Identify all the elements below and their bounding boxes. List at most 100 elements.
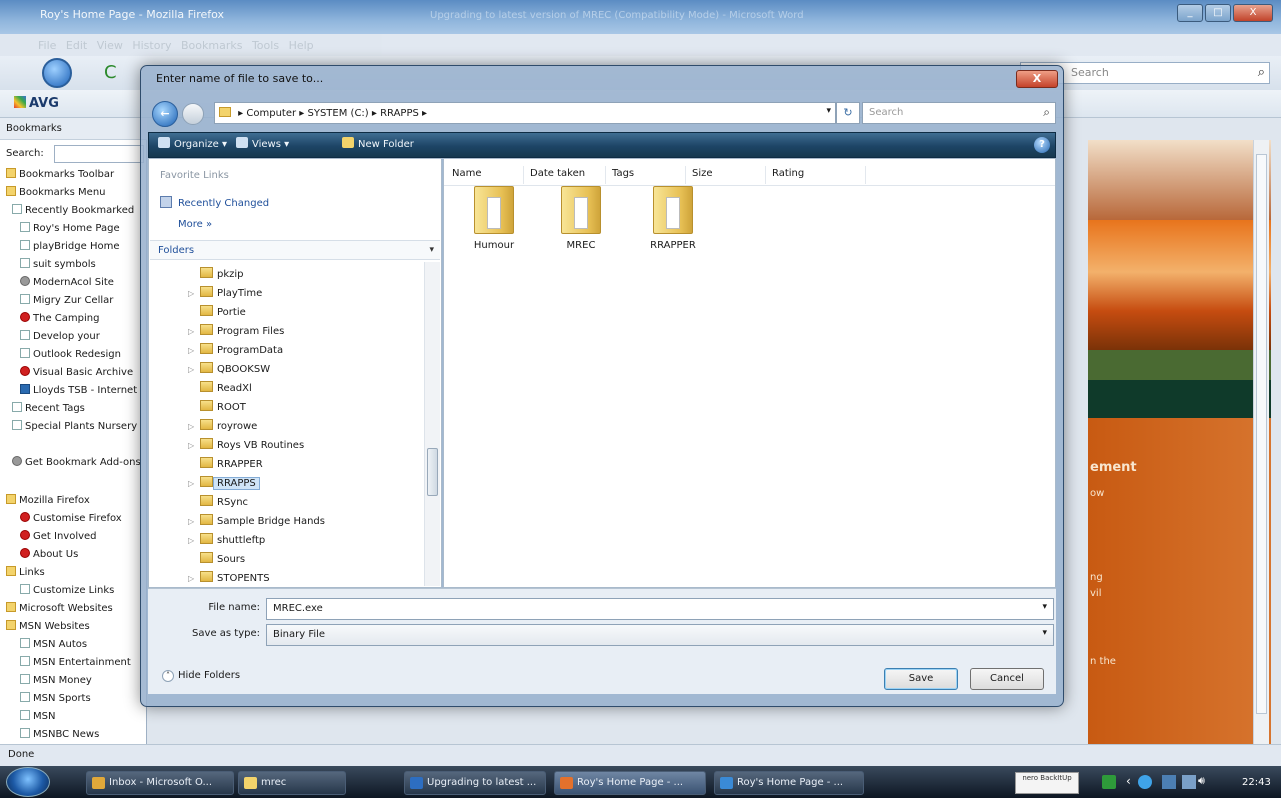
dialog-close-button[interactable]: X: [1016, 70, 1058, 88]
menu-help[interactable]: Help: [289, 39, 314, 52]
folder-tree-item[interactable]: ROOT: [188, 398, 246, 417]
folder-tree-item[interactable]: ▷ shuttleftp: [188, 531, 265, 550]
close-button[interactable]: X: [1233, 4, 1273, 22]
save-button[interactable]: Save: [884, 668, 958, 690]
menu-tools[interactable]: Tools: [252, 39, 279, 52]
breadcrumb-folder[interactable]: RRAPPS: [380, 108, 419, 119]
volume-icon[interactable]: 🔊︎: [1198, 774, 1205, 788]
bookmark-item[interactable]: playBridge Home: [20, 238, 119, 256]
taskbar-button[interactable]: Roy's Home Page - ...: [714, 771, 864, 795]
network-icon[interactable]: [1162, 775, 1176, 789]
breadcrumb-drive[interactable]: SYSTEM (C:): [308, 108, 369, 119]
file-name-input[interactable]: MREC.exe ▾: [266, 598, 1054, 620]
expand-arrow-icon[interactable]: ▷: [188, 417, 200, 436]
bookmark-item[interactable]: MSN Sports: [20, 690, 91, 708]
folder-item[interactable]: MREC: [546, 186, 616, 251]
folder-tree-item[interactable]: ReadXl: [188, 379, 252, 398]
folder-tree-scrollbar[interactable]: [424, 262, 440, 586]
dialog-back-icon[interactable]: ←: [152, 101, 178, 127]
organize-button[interactable]: Organize ▾: [158, 137, 227, 150]
column-name[interactable]: Name: [446, 166, 524, 184]
taskbar-button[interactable]: Upgrading to latest ...: [404, 771, 546, 795]
folder-tree-item[interactable]: ▷ PlayTime: [188, 284, 262, 303]
bookmark-item[interactable]: Lloyds TSB - Internet: [20, 382, 137, 400]
folder-tree-item[interactable]: ▷ royrowe: [188, 417, 257, 436]
column-tags[interactable]: Tags: [606, 166, 686, 184]
bookmark-item[interactable]: Get Bookmark Add-ons: [12, 454, 141, 472]
folder-tree-item[interactable]: ▷ STOPENTS: [188, 569, 270, 586]
expand-arrow-icon[interactable]: ▷: [188, 474, 200, 493]
folder-item[interactable]: Humour: [459, 186, 529, 251]
new-folder-button[interactable]: New Folder: [342, 137, 414, 150]
expand-arrow-icon[interactable]: ▷: [188, 531, 200, 550]
bookmark-item[interactable]: Develop your: [20, 328, 100, 346]
help-icon[interactable]: ?: [1034, 137, 1050, 153]
monitor-icon[interactable]: [1182, 775, 1196, 789]
taskbar-button[interactable]: Inbox - Microsoft O...: [86, 771, 234, 795]
menu-history[interactable]: History: [132, 39, 171, 52]
bookmark-item[interactable]: Links: [6, 564, 45, 582]
bookmark-item[interactable]: Mozilla Firefox: [6, 492, 90, 510]
maximize-button[interactable]: □: [1205, 4, 1231, 22]
folder-item[interactable]: RRAPPER: [638, 186, 708, 251]
bookmark-item[interactable]: Migry Zur Cellar: [20, 292, 113, 310]
address-bar[interactable]: ▸ Computer ▸ SYSTEM (C:) ▸ RRAPPS ▸ ▾: [214, 102, 836, 124]
page-scrollbar[interactable]: [1253, 140, 1269, 744]
bookmark-item[interactable]: Get Involved: [20, 528, 97, 546]
expand-arrow-icon[interactable]: ▷: [188, 436, 200, 455]
refresh-icon[interactable]: ↻: [836, 102, 860, 124]
clock[interactable]: 22:43: [1242, 777, 1271, 788]
bookmark-item[interactable]: Bookmarks Menu: [6, 184, 106, 202]
tray-icon[interactable]: [1138, 775, 1152, 789]
folder-tree-item[interactable]: pkzip: [188, 265, 244, 284]
search-icon[interactable]: ⌕: [1258, 65, 1265, 80]
dialog-search-input[interactable]: Search ⌕: [862, 102, 1056, 124]
breadcrumb-computer[interactable]: Computer: [246, 108, 296, 119]
chevron-down-icon[interactable]: ▾: [826, 106, 831, 116]
expand-arrow-icon[interactable]: ▷: [188, 360, 200, 379]
folder-tree-item[interactable]: ▷ Roys VB Routines: [188, 436, 304, 455]
folders-header[interactable]: Folders ▾: [150, 240, 440, 260]
folder-tree-item[interactable]: Portie: [188, 303, 246, 322]
chevron-down-icon[interactable]: ▾: [1042, 602, 1047, 612]
bookmark-item[interactable]: About Us: [20, 546, 78, 564]
bookmark-item[interactable]: Customize Links: [20, 582, 114, 600]
search-icon[interactable]: ⌕: [1043, 105, 1050, 120]
dialog-forward-icon[interactable]: [182, 103, 204, 125]
back-arrow-icon[interactable]: [42, 58, 72, 88]
folder-tree-item[interactable]: ▷ QBOOKSW: [188, 360, 270, 379]
column-date-taken[interactable]: Date taken: [524, 166, 606, 184]
bookmark-item[interactable]: suit symbols: [20, 256, 96, 274]
menu-file[interactable]: File: [38, 39, 56, 52]
bookmark-item[interactable]: MSN Websites: [6, 618, 90, 636]
more-links[interactable]: More »: [178, 219, 212, 230]
folder-tree-item[interactable]: RSync: [188, 493, 248, 512]
folder-tree-item[interactable]: ▷ Sample Bridge Hands: [188, 512, 325, 531]
menu-edit[interactable]: Edit: [66, 39, 87, 52]
folder-tree-item[interactable]: ▷ ProgramData: [188, 341, 283, 360]
favorite-link-recently-changed[interactable]: Recently Changed: [160, 196, 269, 209]
views-button[interactable]: Views ▾: [236, 137, 289, 150]
bookmark-item[interactable]: Bookmarks Toolbar: [6, 166, 114, 184]
tray-icon[interactable]: [1102, 775, 1116, 789]
reload-icon[interactable]: C: [104, 62, 117, 83]
sidebar-search-input[interactable]: [54, 145, 144, 163]
expand-arrow-icon[interactable]: ▷: [188, 341, 200, 360]
menu-view[interactable]: View: [97, 39, 123, 52]
avg-logo[interactable]: AVG: [14, 96, 59, 111]
scrollbar-thumb[interactable]: [1256, 154, 1267, 714]
bookmark-item[interactable]: MSN Money: [20, 672, 92, 690]
expand-arrow-icon[interactable]: ▷: [188, 322, 200, 341]
bookmark-item[interactable]: MSN Entertainment: [20, 654, 131, 672]
expand-arrow-icon[interactable]: ▷: [188, 512, 200, 531]
hide-folders-toggle[interactable]: ˄ Hide Folders: [162, 670, 240, 682]
bookmark-item[interactable]: Visual Basic Archive: [20, 364, 133, 382]
bookmark-item[interactable]: ModernAcol Site: [20, 274, 114, 292]
taskbar-button[interactable]: mrec: [238, 771, 346, 795]
bookmark-item[interactable]: Roy's Home Page: [20, 220, 120, 238]
folder-tree-item[interactable]: ▷ Program Files: [188, 322, 284, 341]
expand-arrow-icon[interactable]: ▷: [188, 569, 200, 586]
folder-tree-item[interactable]: RRAPPER: [188, 455, 263, 474]
bookmark-item[interactable]: MSN Autos: [20, 636, 87, 654]
folder-tree-item[interactable]: Sours: [188, 550, 245, 569]
